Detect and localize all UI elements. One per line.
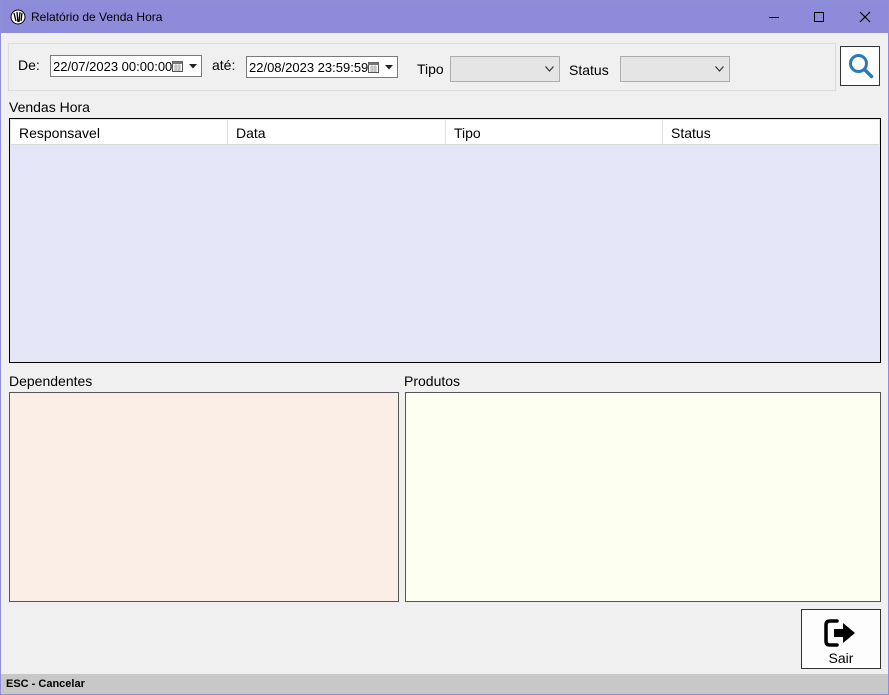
app-logo-icon — [10, 9, 26, 25]
title-bar: Relatório de Venda Hora — [1, 1, 888, 33]
minimize-button[interactable] — [751, 1, 797, 33]
chevron-down-icon — [545, 66, 554, 72]
from-date-label: De: — [18, 57, 40, 73]
minimize-icon — [769, 17, 779, 18]
maximize-icon — [814, 12, 824, 22]
search-button[interactable] — [840, 46, 880, 86]
to-date-value: 22/08/2023 23:59:59 — [249, 60, 369, 75]
calendar-icon — [172, 61, 183, 72]
produtos-section-title: Produtos — [404, 373, 461, 389]
tipo-select[interactable] — [450, 56, 560, 82]
dependentes-grid[interactable] — [9, 392, 399, 602]
dependentes-section-title: Dependentes — [9, 373, 93, 389]
from-date-value: 22/07/2023 00:00:00 — [53, 59, 173, 74]
vendas-grid[interactable]: Responsavel Data Tipo Status — [9, 118, 881, 363]
status-label: Status — [569, 62, 609, 78]
produtos-grid[interactable] — [405, 392, 881, 602]
from-date-picker[interactable]: 22/07/2023 00:00:00 — [50, 55, 202, 77]
search-icon — [849, 54, 874, 79]
to-date-picker[interactable]: 22/08/2023 23:59:59 — [246, 56, 398, 78]
chevron-down-icon — [385, 65, 393, 70]
window: Relatório de Venda Hora De: 22/07/2023 0… — [0, 0, 889, 695]
status-bar-text: ESC - Cancelar — [6, 678, 85, 690]
maximize-button[interactable] — [796, 1, 842, 33]
close-icon — [859, 11, 871, 23]
exit-icon — [824, 619, 855, 647]
chevron-down-icon — [715, 66, 724, 72]
vendas-grid-header: Responsavel Data Tipo Status — [11, 120, 879, 145]
tipo-label: Tipo — [417, 61, 444, 77]
chevron-down-icon — [189, 64, 197, 69]
column-header-responsavel[interactable]: Responsavel — [11, 120, 228, 144]
sair-button[interactable]: Sair — [801, 609, 881, 669]
sair-label: Sair — [828, 650, 854, 666]
column-header-tipo[interactable]: Tipo — [446, 120, 663, 144]
to-date-label: até: — [212, 57, 236, 73]
window-title: Relatório de Venda Hora — [31, 10, 163, 24]
close-button[interactable] — [842, 1, 888, 33]
column-header-data[interactable]: Data — [228, 120, 446, 144]
column-header-status[interactable]: Status — [663, 120, 879, 144]
status-bar: ESC - Cancelar — [1, 674, 888, 694]
status-select[interactable] — [620, 56, 730, 82]
vendas-section-title: Vendas Hora — [9, 99, 90, 115]
calendar-icon — [368, 62, 379, 73]
